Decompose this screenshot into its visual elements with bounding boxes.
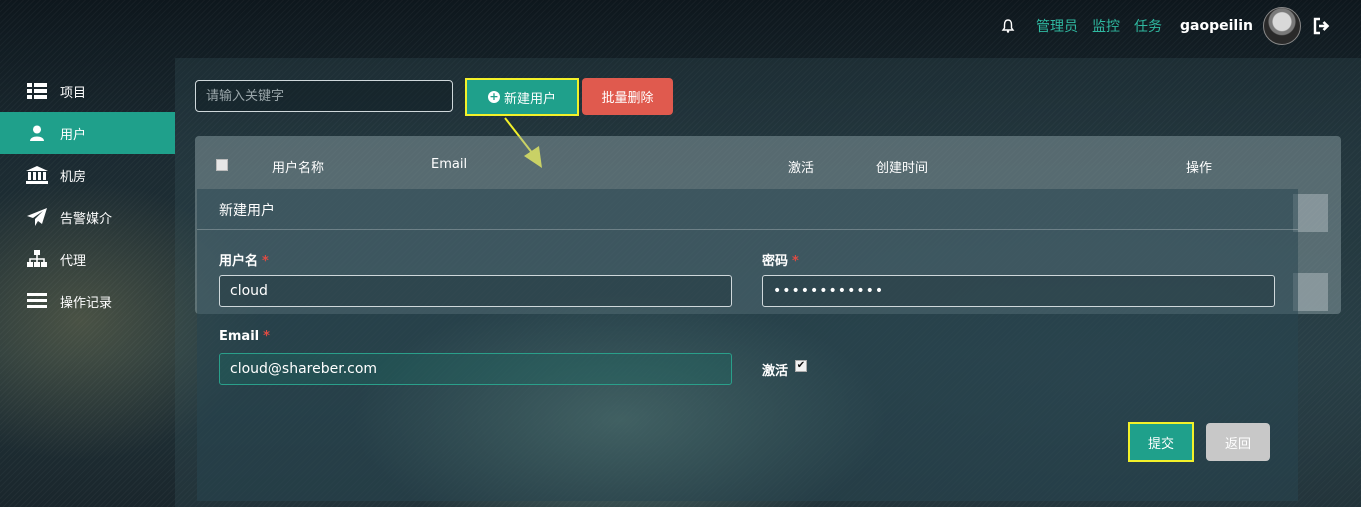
plus-circle-icon: + xyxy=(487,90,500,103)
active-checkbox[interactable]: ✔ xyxy=(795,360,807,372)
bank-icon xyxy=(26,166,48,184)
submit-button[interactable]: 提交 xyxy=(1128,422,1194,462)
top-bar: 管理员 监控 任务 gaopeilin xyxy=(0,0,1361,52)
required-mark: * xyxy=(262,254,269,269)
bell-icon[interactable] xyxy=(1000,18,1016,34)
dialog-title: 新建用户 xyxy=(219,203,275,219)
active-label-text: 激活 xyxy=(762,364,789,379)
sidebar-item-label: 项目 xyxy=(60,85,87,101)
back-button[interactable]: 返回 xyxy=(1206,423,1270,461)
sidebar-item-operation-log[interactable]: 操作记录 xyxy=(0,280,175,322)
sidebar-item-label: 代理 xyxy=(60,253,87,269)
bars-icon xyxy=(26,292,48,310)
list-icon xyxy=(26,82,48,100)
required-mark: * xyxy=(792,254,799,269)
username-value: cloud xyxy=(230,283,268,299)
email-field[interactable]: cloud@shareber.com xyxy=(219,353,732,385)
username-label: 用户名 * xyxy=(219,250,269,269)
email-label: Email * xyxy=(219,329,270,344)
new-user-dialog: 新建用户 用户名 * cloud 密码 * •••••••••••• Email * … xyxy=(197,189,1298,501)
new-user-button[interactable]: + 新建用户 xyxy=(465,78,579,116)
active-label: 激活 xyxy=(762,360,788,379)
username[interactable]: gaopeilin xyxy=(1180,18,1253,34)
sidebar-item-label: 机房 xyxy=(60,169,87,185)
nav-tasks[interactable]: 任务 xyxy=(1134,16,1162,36)
table-header: 用户名称 Email 激活 创建时间 操作 xyxy=(195,136,1341,194)
sidebar: 项目 用户 机房 告警媒介 代理 操作记录 xyxy=(0,70,175,322)
paper-plane-icon xyxy=(26,208,48,226)
sidebar-item-label: 用户 xyxy=(60,127,87,143)
batch-delete-button[interactable]: 批量删除 xyxy=(582,78,673,115)
table-row xyxy=(1293,194,1328,232)
email-label-text: Email xyxy=(219,329,260,344)
top-nav: 管理员 监控 任务 gaopeilin xyxy=(1000,0,1331,52)
password-label: 密码 * xyxy=(762,250,799,269)
sidebar-item-proxy[interactable]: 代理 xyxy=(0,238,175,280)
new-user-label: 新建用户 xyxy=(503,91,556,107)
table-row xyxy=(1293,273,1328,311)
sidebar-item-datacenter[interactable]: 机房 xyxy=(0,154,175,196)
password-value: •••••••••••• xyxy=(773,283,885,299)
nav-admin[interactable]: 管理员 xyxy=(1036,16,1078,36)
column-header-email: Email xyxy=(431,157,468,172)
nav-monitor[interactable]: 监控 xyxy=(1092,16,1120,36)
column-header-active: 激活 xyxy=(788,161,815,176)
sidebar-item-label: 告警媒介 xyxy=(60,211,113,227)
dialog-header: 新建用户 xyxy=(197,189,1298,230)
username-label-text: 用户名 xyxy=(219,254,259,269)
sidebar-item-projects[interactable]: 项目 xyxy=(0,70,175,112)
required-mark: * xyxy=(263,329,270,344)
select-all-checkbox[interactable] xyxy=(216,159,228,171)
column-header-created-time: 创建时间 xyxy=(876,161,929,176)
password-label-text: 密码 xyxy=(762,254,789,269)
sidebar-item-users[interactable]: 用户 xyxy=(0,112,175,154)
search-input[interactable] xyxy=(195,80,453,112)
avatar[interactable] xyxy=(1263,7,1301,45)
sitemap-icon xyxy=(26,250,48,268)
column-header-actions: 操作 xyxy=(1186,161,1213,176)
email-value: cloud@shareber.com xyxy=(230,361,378,377)
password-field[interactable]: •••••••••••• xyxy=(762,275,1275,307)
column-header-username: 用户名称 xyxy=(272,161,325,176)
user-icon xyxy=(26,124,48,142)
sidebar-item-label: 操作记录 xyxy=(60,295,113,311)
sidebar-item-alert-media[interactable]: 告警媒介 xyxy=(0,196,175,238)
username-field[interactable]: cloud xyxy=(219,275,732,307)
logout-icon[interactable] xyxy=(1311,16,1331,36)
